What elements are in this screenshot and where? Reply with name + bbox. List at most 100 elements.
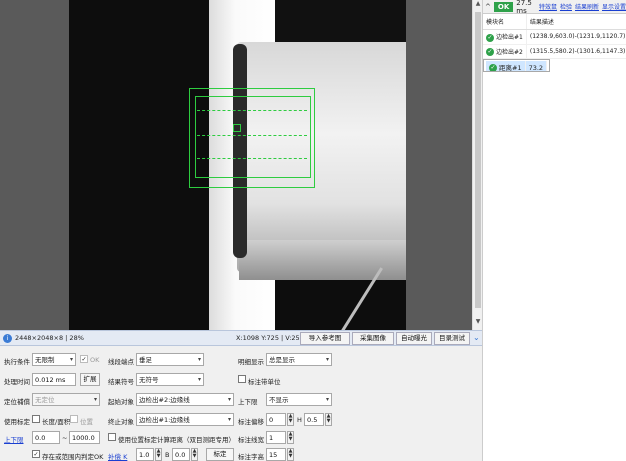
row-module-name: 边检出#1 (496, 34, 523, 41)
h-field[interactable]: 0.5 (304, 413, 324, 426)
chevron-down-icon: ▾ (325, 356, 329, 363)
chevron-down-icon: ▾ (227, 416, 231, 423)
status-bar: i 2448×2048×8 | 28% X:1098 Y:725 | V:255… (0, 330, 482, 346)
camera-image[interactable] (69, 0, 406, 330)
end-obj-select[interactable]: 边检出#1:边缘线 ▾ (136, 413, 234, 426)
row-result-desc: (1238.9,603.0)-(1231.9,1120.7) (526, 29, 626, 45)
chevron-down-icon: ▾ (197, 356, 201, 363)
result-sym-select[interactable]: 无符号 ▾ (136, 373, 204, 386)
line-width-field[interactable]: 1 (266, 431, 286, 444)
h-spinner[interactable]: ▲ ▼ (325, 413, 332, 426)
use-pos-calib-label: 使用位置标定计算距离（双目测距专用） (118, 436, 235, 444)
roi-box-inner[interactable] (195, 96, 311, 178)
len-area-checkbox[interactable] (32, 415, 40, 423)
collapse-caret-icon[interactable]: ^ (485, 3, 491, 11)
start-obj-label: 起始对象 (108, 398, 134, 406)
results-toolbar: ^ OK 27.5 ms 特效鼠 检验 结果刷新 显示设置 (483, 0, 626, 15)
disp-label: 明细显示 (238, 358, 264, 366)
link-inspect[interactable]: 检验 (560, 2, 572, 11)
scroll-thumb[interactable] (475, 12, 481, 308)
font-size-field[interactable]: 15 (266, 448, 286, 461)
range-min-field[interactable]: 0.0 (32, 431, 60, 444)
directory-test-button[interactable]: 目录测试 (434, 332, 470, 345)
auto-exposure-button[interactable]: 自动曝光 (396, 332, 432, 345)
b-field[interactable]: 0.0 (172, 448, 190, 461)
roi-scan-line-2 (197, 135, 307, 136)
results-table: 模块名 结果描述 ✓ 边检出#1 (1238.9,603.0)-(1231.9,1… (483, 14, 626, 72)
use-pos-calib-checkbox[interactable] (108, 433, 116, 441)
image-tube-lower (239, 240, 406, 280)
unit-label: 标注带单位 (248, 378, 281, 386)
table-row[interactable]: ✓ 边检出#1 (1238.9,603.0)-(1231.9,1120.7) (483, 29, 626, 45)
b-spinner[interactable]: ▲ ▼ (191, 448, 198, 461)
comp-k-link[interactable]: 补偿 K (108, 451, 127, 461)
font-size-label: 标注字高 (238, 453, 264, 461)
viewport-scrollbar[interactable]: ▲ ▼ (472, 0, 482, 330)
measure-select[interactable]: 垂足 ▾ (136, 353, 204, 366)
comp-k-spinner[interactable]: ▲ ▼ (155, 448, 162, 461)
process-time: 27.5 ms (516, 0, 532, 15)
unit-checkbox[interactable] (238, 375, 246, 383)
row-module-name: 距离#1 (499, 64, 522, 72)
upper-lower-select[interactable]: 不显示 ▾ (266, 393, 332, 406)
comp-k-field[interactable]: 1.0 (136, 448, 154, 461)
pos-correct-select[interactable]: 无定位 ▾ (32, 393, 100, 406)
h-label: H (297, 416, 302, 424)
check-circle-icon: ✓ (486, 48, 494, 56)
link-refresh-results[interactable]: 结果刷新 (575, 2, 599, 11)
line-width-label: 标注线宽 (238, 436, 264, 444)
image-viewport[interactable]: ▲ ▼ (0, 0, 482, 330)
table-row[interactable]: ✓ 边检出#2 (1315.5,580.2)-(1301.6,1147.3) (483, 44, 626, 59)
upper-lower-link[interactable]: 上下限 (4, 434, 24, 444)
exec-cond-select[interactable]: 无限制 ▾ (32, 353, 76, 366)
chevron-down-icon: ▾ (197, 376, 201, 383)
expand-button[interactable]: 扩展 (80, 373, 100, 386)
status-badge: OK (493, 1, 514, 12)
roi-center-marker[interactable] (233, 124, 241, 132)
column-header-result[interactable]: 结果描述 (526, 14, 626, 30)
row-result-desc: (1315.5,580.2)-(1301.6,1147.3) (526, 44, 626, 59)
check-circle-icon: ✓ (486, 33, 494, 42)
row-result-desc: 73.2 (525, 61, 548, 71)
measure-label: 线段端点 (108, 358, 134, 366)
font-size-spinner[interactable]: ▲ ▼ (287, 448, 294, 461)
in-range-label: 存在或范围内判定OK (42, 453, 104, 461)
pos-checkbox[interactable] (70, 415, 78, 423)
range-max-field[interactable]: 1000.0 (69, 431, 100, 444)
ok-checkbox[interactable] (80, 355, 88, 363)
scroll-down-icon[interactable]: ▼ (474, 318, 482, 328)
table-row-selected[interactable]: ✓ 距离#1 73.2 (483, 59, 551, 72)
disp-select[interactable]: 总是显示 ▾ (266, 353, 332, 366)
range-separator: ~ (62, 434, 68, 442)
pos-correct-label: 定位補償 (4, 398, 30, 406)
roi-scan-line-1 (197, 110, 307, 111)
ok-label: OK (90, 356, 100, 364)
use-calib-label: 使用标定 (4, 418, 30, 426)
import-reference-button[interactable]: 导入参考图 (300, 332, 350, 345)
chevron-down-icon[interactable]: ⌄ (473, 333, 480, 342)
proc-time-field[interactable]: 0.012 ms (32, 373, 76, 386)
capture-image-button[interactable]: 采集图像 (352, 332, 394, 345)
offset-field[interactable]: 0 (266, 413, 286, 426)
line-width-spinner[interactable]: ▲ ▼ (287, 431, 294, 444)
info-icon: i (3, 333, 12, 343)
calibrate-button[interactable]: 标定 (206, 448, 234, 461)
row-module-name: 边检出#2 (496, 48, 523, 56)
table-header: 模块名 结果描述 (483, 14, 626, 30)
offset-spinner[interactable]: ▲ ▼ (287, 413, 294, 426)
start-obj-select[interactable]: 边检出#2:边缘线 ▾ (136, 393, 234, 406)
exec-cond-label: 执行条件 (4, 358, 30, 366)
in-range-checkbox[interactable] (32, 450, 40, 458)
len-area-label: 长度/面积 (42, 418, 71, 426)
chevron-down-icon: ▾ (227, 396, 231, 403)
column-header-module[interactable]: 模块名 (483, 14, 527, 30)
pos-label: 位置 (80, 418, 93, 426)
end-obj-label: 终止对象 (108, 418, 134, 426)
link-display-settings[interactable]: 显示设置 (602, 2, 626, 11)
offset-label: 标注偏移 (238, 418, 264, 426)
link-special-mouse[interactable]: 特效鼠 (539, 2, 557, 11)
scroll-up-icon[interactable]: ▲ (474, 0, 482, 10)
image-info: 2448×2048×8 | 28% (15, 334, 84, 342)
result-sym-label: 结果符号 (108, 378, 134, 386)
chevron-down-icon: ▾ (93, 396, 97, 403)
